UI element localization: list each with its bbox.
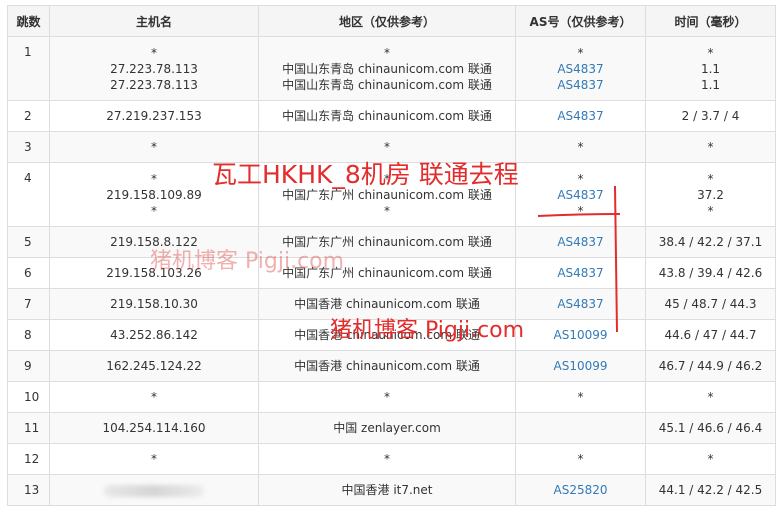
red-bracket-annotation [537,185,621,333]
bracket-top-stroke [537,213,621,217]
bracket-vertical-stroke [614,185,618,333]
